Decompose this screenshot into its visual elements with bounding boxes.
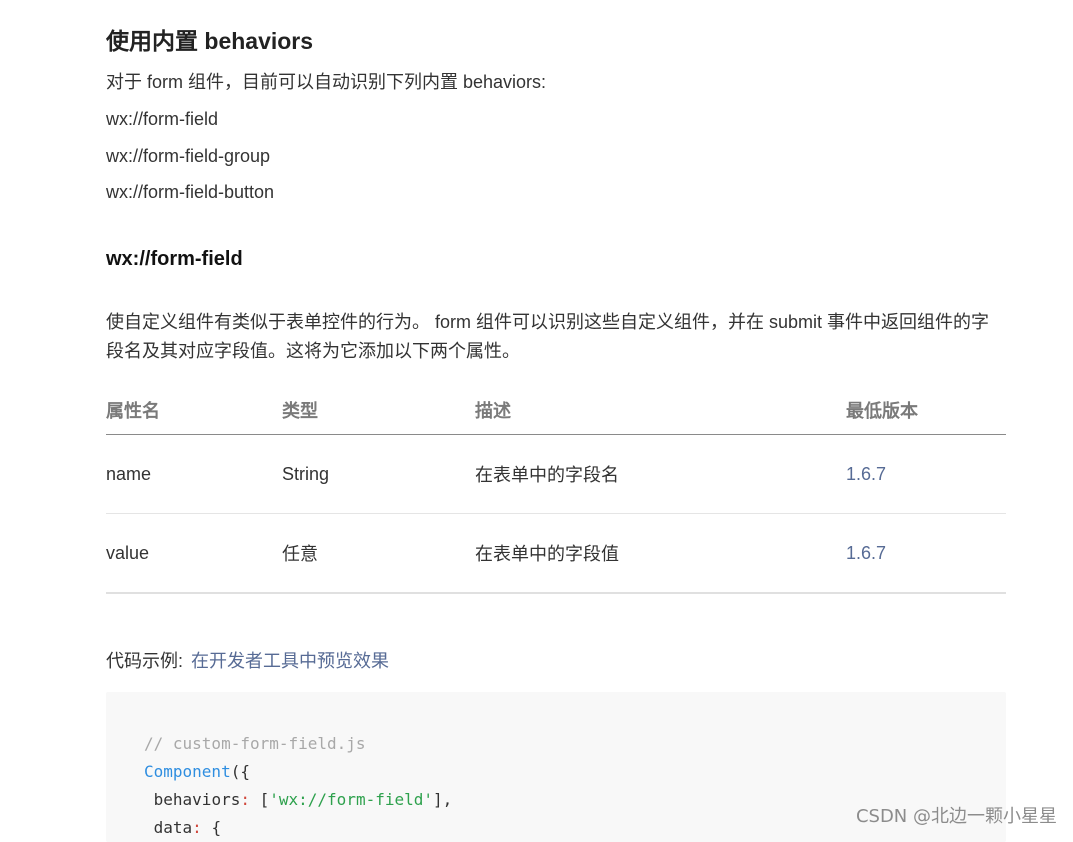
table-cell-version: 1.6.7	[846, 513, 1006, 594]
table-header-row: 属性名 类型 描述 最低版本	[106, 386, 1006, 435]
table-cell: 任意	[282, 513, 475, 594]
code-example-label: 代码示例:	[106, 651, 184, 671]
code-punct: {	[201, 818, 222, 837]
code-key: behaviors	[153, 790, 241, 809]
table-header: 描述	[475, 386, 846, 435]
code-colon: :	[192, 818, 202, 837]
attributes-table: 属性名 类型 描述 最低版本 name String 在表单中的字段名 1.6.…	[106, 386, 1006, 594]
table-cell: 在表单中的字段值	[475, 513, 846, 594]
code-content: // custom-form-field.js Component({ beha…	[144, 730, 452, 842]
code-punct: ({	[230, 762, 250, 781]
table-header: 属性名	[106, 386, 282, 435]
behavior-item: wx://form-field	[106, 109, 219, 129]
behavior-item: wx://form-field-button	[106, 182, 275, 202]
subsection-title: wx://form-field	[106, 248, 243, 270]
subsection-description: 使自定义组件有类似于表单控件的行为。 form 组件可以识别这些自定义组件，并在…	[106, 312, 990, 361]
code-function-name: Component	[144, 762, 231, 781]
table-row: name String 在表单中的字段名 1.6.7	[106, 434, 1006, 514]
section-title: 使用内置 behaviors	[106, 28, 314, 54]
table-header: 类型	[282, 386, 475, 435]
code-comment: // custom-form-field.js	[144, 734, 366, 753]
code-example-line: 代码示例: 在开发者工具中预览效果	[106, 646, 389, 676]
section-intro: 对于 form 组件，目前可以自动识别下列内置 behaviors:	[106, 72, 547, 92]
table-cell: String	[282, 434, 475, 514]
code-colon: :	[240, 790, 250, 809]
table-header: 最低版本	[846, 386, 1006, 435]
code-punct: [	[249, 790, 270, 809]
table-cell: name	[106, 434, 282, 514]
csdn-watermark: CSDN @北边一颗小星星	[855, 806, 1057, 827]
table-cell-version: 1.6.7	[846, 434, 1006, 514]
behavior-item: wx://form-field-group	[106, 146, 271, 166]
table-cell: 在表单中的字段名	[475, 434, 846, 514]
preview-in-devtools-link[interactable]: 在开发者工具中预览效果	[191, 651, 389, 671]
table-row: value 任意 在表单中的字段值 1.6.7	[106, 513, 1006, 594]
table-cell: value	[106, 513, 282, 594]
code-string: 'wx://form-field'	[269, 790, 434, 809]
code-key: data	[153, 818, 193, 837]
code-punct: ],	[433, 790, 453, 809]
